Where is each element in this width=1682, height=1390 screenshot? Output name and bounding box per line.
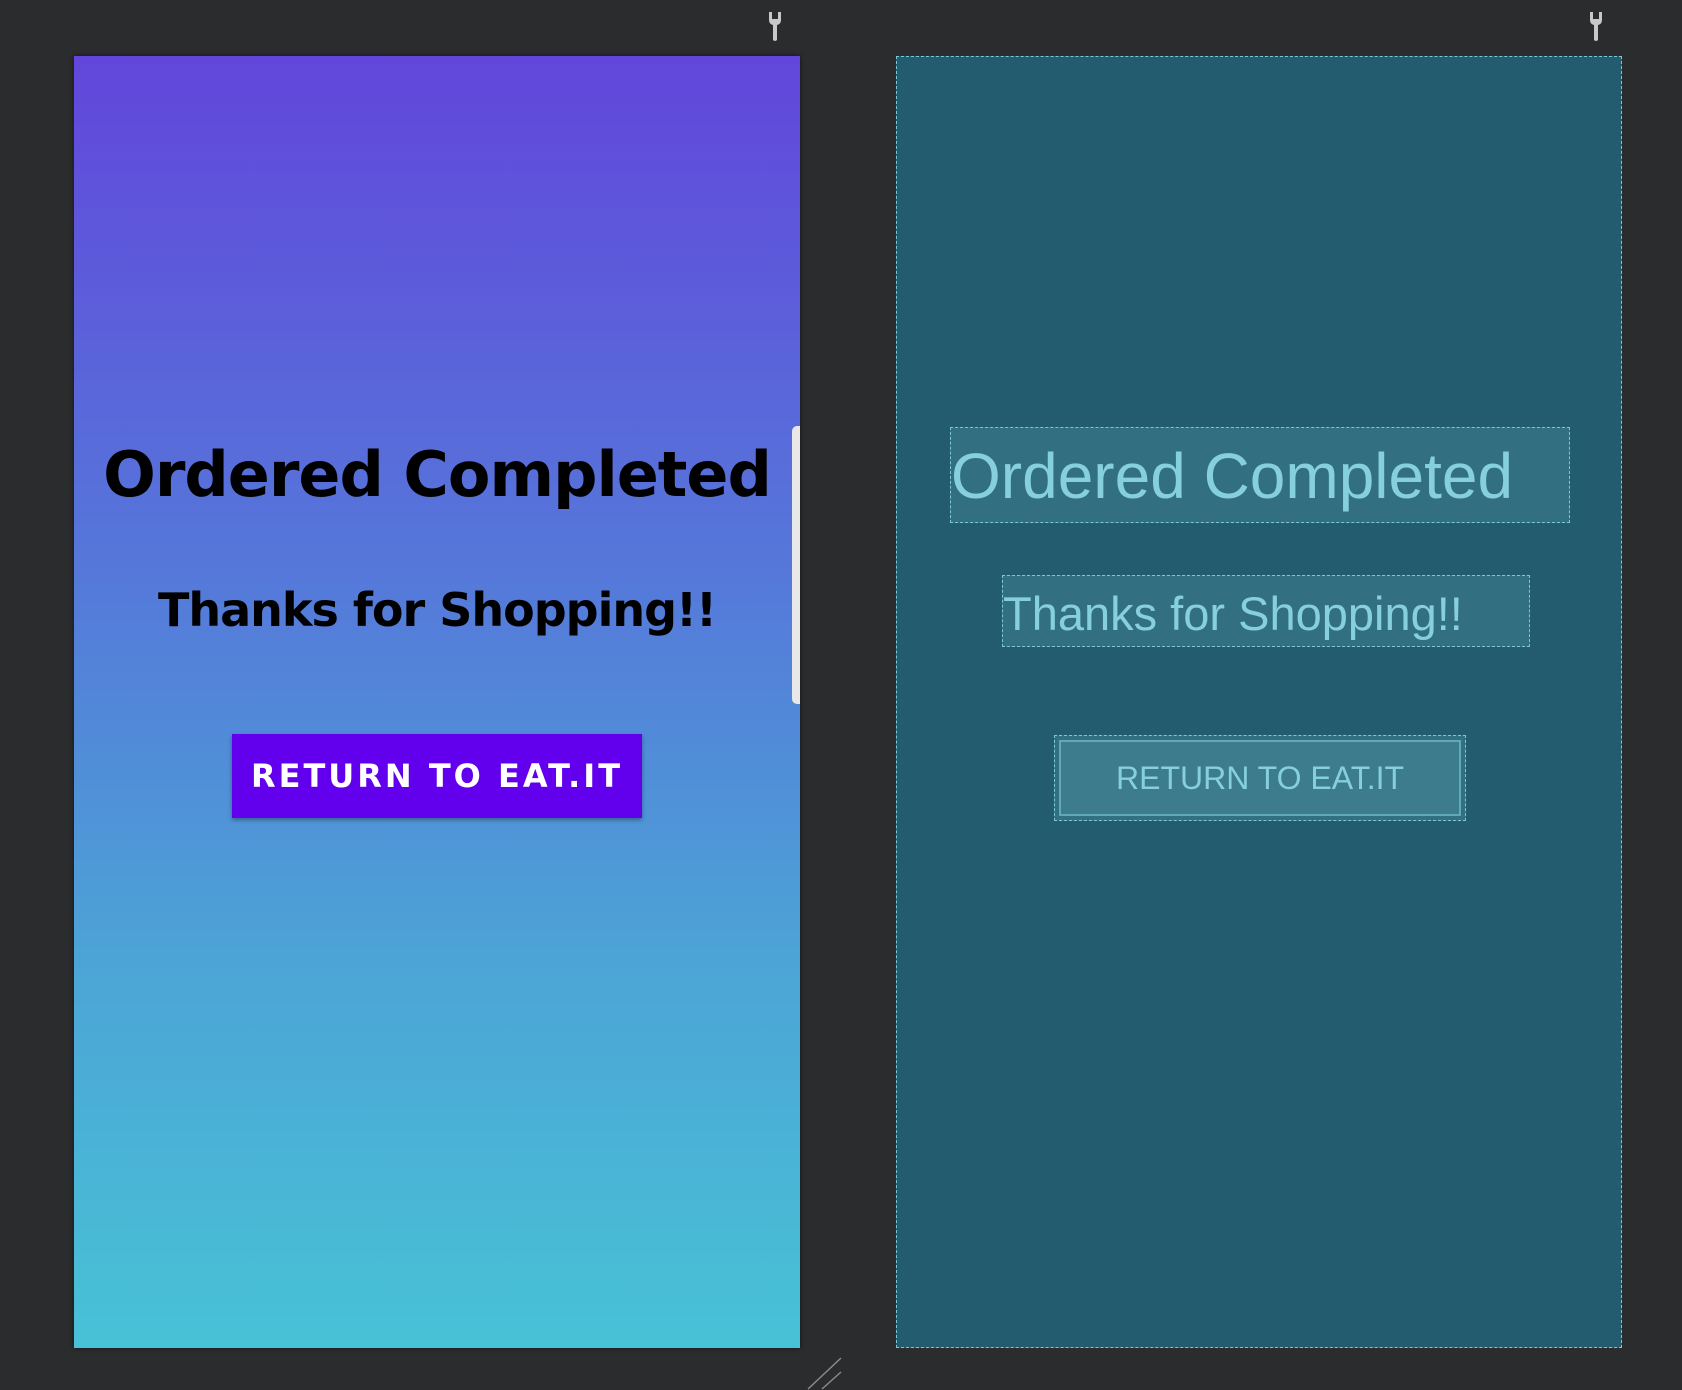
- blueprint-button-label: RETURN TO EAT.IT: [1059, 740, 1461, 816]
- return-button[interactable]: RETURN TO EAT.IT: [232, 734, 642, 818]
- blueprint-button[interactable]: RETURN TO EAT.IT: [1054, 735, 1466, 821]
- blueprint-subtitle[interactable]: Thanks for Shopping!!: [1002, 575, 1530, 647]
- pin-icon[interactable]: [767, 12, 783, 42]
- pin-icon[interactable]: [1588, 12, 1604, 42]
- order-title[interactable]: Ordered Completed: [74, 438, 800, 511]
- design-preview[interactable]: Ordered Completed Thanks for Shopping!! …: [74, 56, 800, 1348]
- layout-editor-canvas: Ordered Completed Thanks for Shopping!! …: [0, 0, 1682, 1390]
- blueprint-title[interactable]: Ordered Completed: [950, 427, 1570, 523]
- thanks-subtitle[interactable]: Thanks for Shopping!!: [74, 583, 800, 637]
- scroll-handle[interactable]: [792, 426, 800, 704]
- blueprint-preview[interactable]: Ordered Completed Thanks for Shopping!! …: [896, 56, 1622, 1348]
- resize-handle-icon[interactable]: [806, 1356, 842, 1390]
